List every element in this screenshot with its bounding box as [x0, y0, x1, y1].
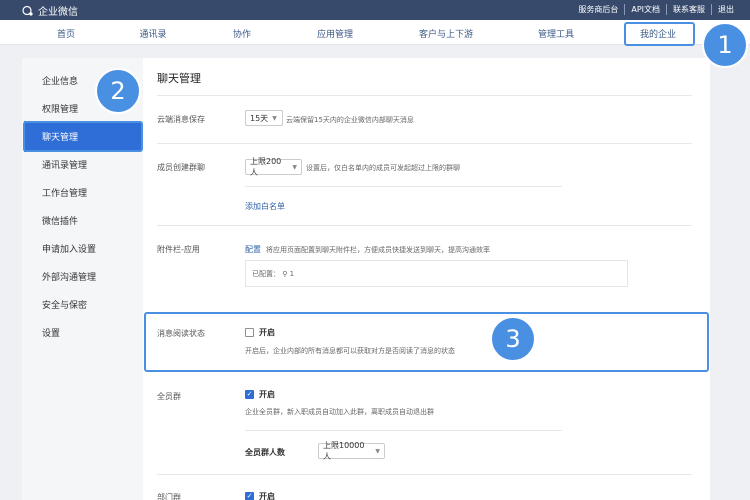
all-staff-option: 开启	[259, 390, 275, 399]
sidebar-item-contacts-management[interactable]: 通讯录管理	[42, 158, 87, 171]
top-bar: 企业微信 服务商后台 API文档 联系客服 退出	[0, 0, 750, 20]
member-group-label: 成员创建群聊	[157, 163, 205, 172]
cloud-storage-hint: 云端保留15天内的企业微信内部聊天消息	[286, 116, 414, 124]
dept-group-label: 部门群	[157, 493, 181, 500]
divider	[157, 143, 692, 144]
highlight-read-status	[144, 312, 709, 372]
dept-group-checkbox[interactable]: ✓	[245, 492, 254, 500]
link-contact-support[interactable]: 联系客服	[666, 4, 711, 15]
sidebar-item-external-communication[interactable]: 外部沟通管理	[42, 270, 96, 283]
all-staff-count-value: 上限10000人	[323, 441, 365, 461]
sidebar-item-permissions[interactable]: 权限管理	[42, 102, 78, 115]
divider	[157, 474, 692, 475]
nav-home[interactable]: 首页	[57, 27, 75, 40]
configured-box: 已配置： ⚲ 1	[245, 260, 628, 287]
configured-count: 1	[289, 270, 295, 278]
sidebar-item-join-settings[interactable]: 申请加入设置	[42, 242, 96, 255]
nav-collaboration[interactable]: 协作	[233, 27, 251, 40]
divider	[245, 186, 562, 187]
sidebar-item-wechat-plugin[interactable]: 微信插件	[42, 214, 78, 227]
cloud-storage-label: 云端消息保存	[157, 115, 205, 124]
add-whitelist-link[interactable]: 添加白名单	[245, 201, 285, 212]
sidebar-item-enterprise-info[interactable]: 企业信息	[42, 74, 78, 87]
sidebar-item-workbench[interactable]: 工作台管理	[42, 186, 87, 199]
wecom-logo-icon	[22, 5, 33, 16]
nav-app-management[interactable]: 应用管理	[317, 27, 353, 40]
dept-group-toggle[interactable]: ✓ 开启	[245, 491, 275, 500]
caret-down-icon: ▼	[272, 114, 277, 122]
member-group-value: 上限200人	[250, 157, 282, 177]
caret-down-icon: ▼	[375, 447, 380, 455]
top-links: 服务商后台 API文档 联系客服 退出	[572, 4, 740, 15]
all-staff-count-label: 全员群人数	[245, 448, 285, 457]
link-provider-backend[interactable]: 服务商后台	[572, 4, 624, 15]
brand[interactable]: 企业微信	[22, 3, 78, 18]
step-marker-3: 3	[490, 316, 536, 362]
nav-contacts[interactable]: 通讯录	[139, 27, 166, 40]
all-staff-hint: 企业全员群，新入职成员自动加入此群，离职成员自动退出群	[245, 408, 434, 416]
nav-customers-partners[interactable]: 客户与上下游	[419, 27, 473, 40]
nav-management-tools[interactable]: 管理工具	[538, 27, 574, 40]
dept-group-option: 开启	[259, 492, 275, 500]
configured-prefix: 已配置：	[252, 270, 280, 278]
sidebar-item-security[interactable]: 安全与保密	[42, 298, 87, 311]
all-staff-label: 全员群	[157, 392, 181, 401]
link-logout[interactable]: 退出	[711, 4, 740, 15]
highlight-chat-management	[23, 121, 143, 152]
link-api-docs[interactable]: API文档	[624, 4, 666, 15]
page-title: 聊天管理	[157, 72, 201, 85]
step-marker-2: 2	[95, 68, 141, 114]
highlight-my-enterprise	[624, 22, 695, 46]
all-staff-count-select[interactable]: 上限10000人 ▼	[318, 441, 385, 461]
all-staff-toggle[interactable]: ✓ 开启	[245, 389, 275, 400]
member-group-hint: 设置后，仅白名单内的成员可发起超过上限的群聊	[306, 164, 460, 172]
cloud-storage-value: 15天	[250, 113, 269, 123]
step-marker-1: 1	[702, 22, 748, 68]
configure-link[interactable]: 配置	[245, 244, 261, 255]
attachment-hint: 将应用页面配置到聊天附件栏，方便成员快捷发送到聊天，提高沟通效率	[266, 246, 490, 254]
link-icon: ⚲	[282, 270, 288, 278]
content-area: 聊天管理 云端消息保存 15天 ▼ 云端保留15天内的企业微信内部聊天消息 成员…	[143, 58, 710, 500]
divider	[245, 430, 562, 431]
cloud-storage-select[interactable]: 15天 ▼	[245, 110, 283, 126]
brand-name: 企业微信	[38, 7, 78, 18]
divider	[157, 95, 692, 96]
member-group-select[interactable]: 上限200人 ▼	[245, 157, 302, 177]
divider	[157, 225, 692, 226]
all-staff-checkbox[interactable]: ✓	[245, 390, 254, 399]
attachment-label: 附件栏-应用	[157, 245, 200, 254]
sidebar-item-settings[interactable]: 设置	[42, 326, 60, 339]
caret-down-icon: ▼	[292, 163, 297, 171]
